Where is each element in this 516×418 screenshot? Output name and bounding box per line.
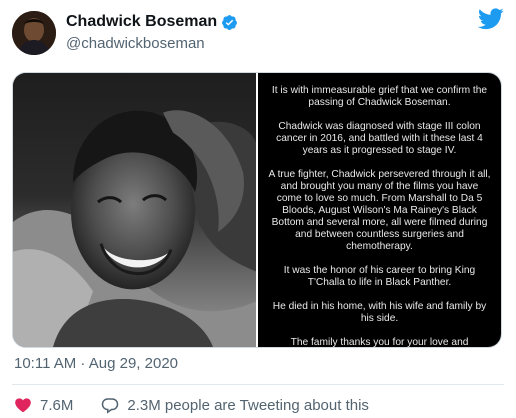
- statement-paragraph: The family thanks you for your love and: [290, 337, 469, 347]
- heart-icon[interactable]: [14, 396, 32, 414]
- avatar-image: [12, 11, 56, 55]
- reply-bubble-icon[interactable]: [101, 396, 119, 414]
- tweet-footer: 7.6M 2.3M people are Tweeting about this: [14, 394, 504, 416]
- statement-paragraph: It is with immeasurable grief that we co…: [271, 85, 488, 108]
- verified-badge-icon: [222, 14, 238, 30]
- conversation-action[interactable]: 2.3M people are Tweeting about this: [101, 396, 369, 414]
- statement-paragraph: Chadwick was diagnosed with stage III co…: [276, 121, 483, 156]
- author-names: Chadwick Boseman @chadwickboseman: [66, 12, 238, 54]
- tweet-card: Chadwick Boseman @chadwickboseman It is …: [0, 0, 516, 418]
- profile-avatar[interactable]: [12, 11, 56, 55]
- tweet-media[interactable]: It is with immeasurable grief that we co…: [12, 72, 502, 348]
- statement-paragraph: He died in his home, with his wife and f…: [272, 301, 487, 324]
- author-display-name[interactable]: Chadwick Boseman: [66, 12, 217, 32]
- tweet-header: Chadwick Boseman @chadwickboseman: [12, 8, 504, 55]
- like-action[interactable]: 7.6M: [14, 396, 73, 414]
- like-count: 7.6M: [40, 396, 74, 414]
- statement-image[interactable]: It is with immeasurable grief that we co…: [258, 73, 501, 347]
- author-handle[interactable]: @chadwickboseman: [66, 34, 238, 54]
- twitter-bird-icon[interactable]: [478, 8, 504, 30]
- portrait-photo-image: [13, 73, 256, 347]
- statement-paragraph: It was the honor of his career to bring …: [283, 265, 476, 288]
- divider: [12, 384, 504, 385]
- tweet-timestamp[interactable]: 10:11 AM · Aug 29, 2020: [14, 354, 178, 374]
- conversation-text: 2.3M people are Tweeting about this: [127, 396, 369, 414]
- author-display-name-row[interactable]: Chadwick Boseman: [66, 12, 238, 32]
- statement-paragraph: A true fighter, Chadwick persevered thro…: [268, 169, 491, 252]
- portrait-photo[interactable]: [13, 73, 256, 347]
